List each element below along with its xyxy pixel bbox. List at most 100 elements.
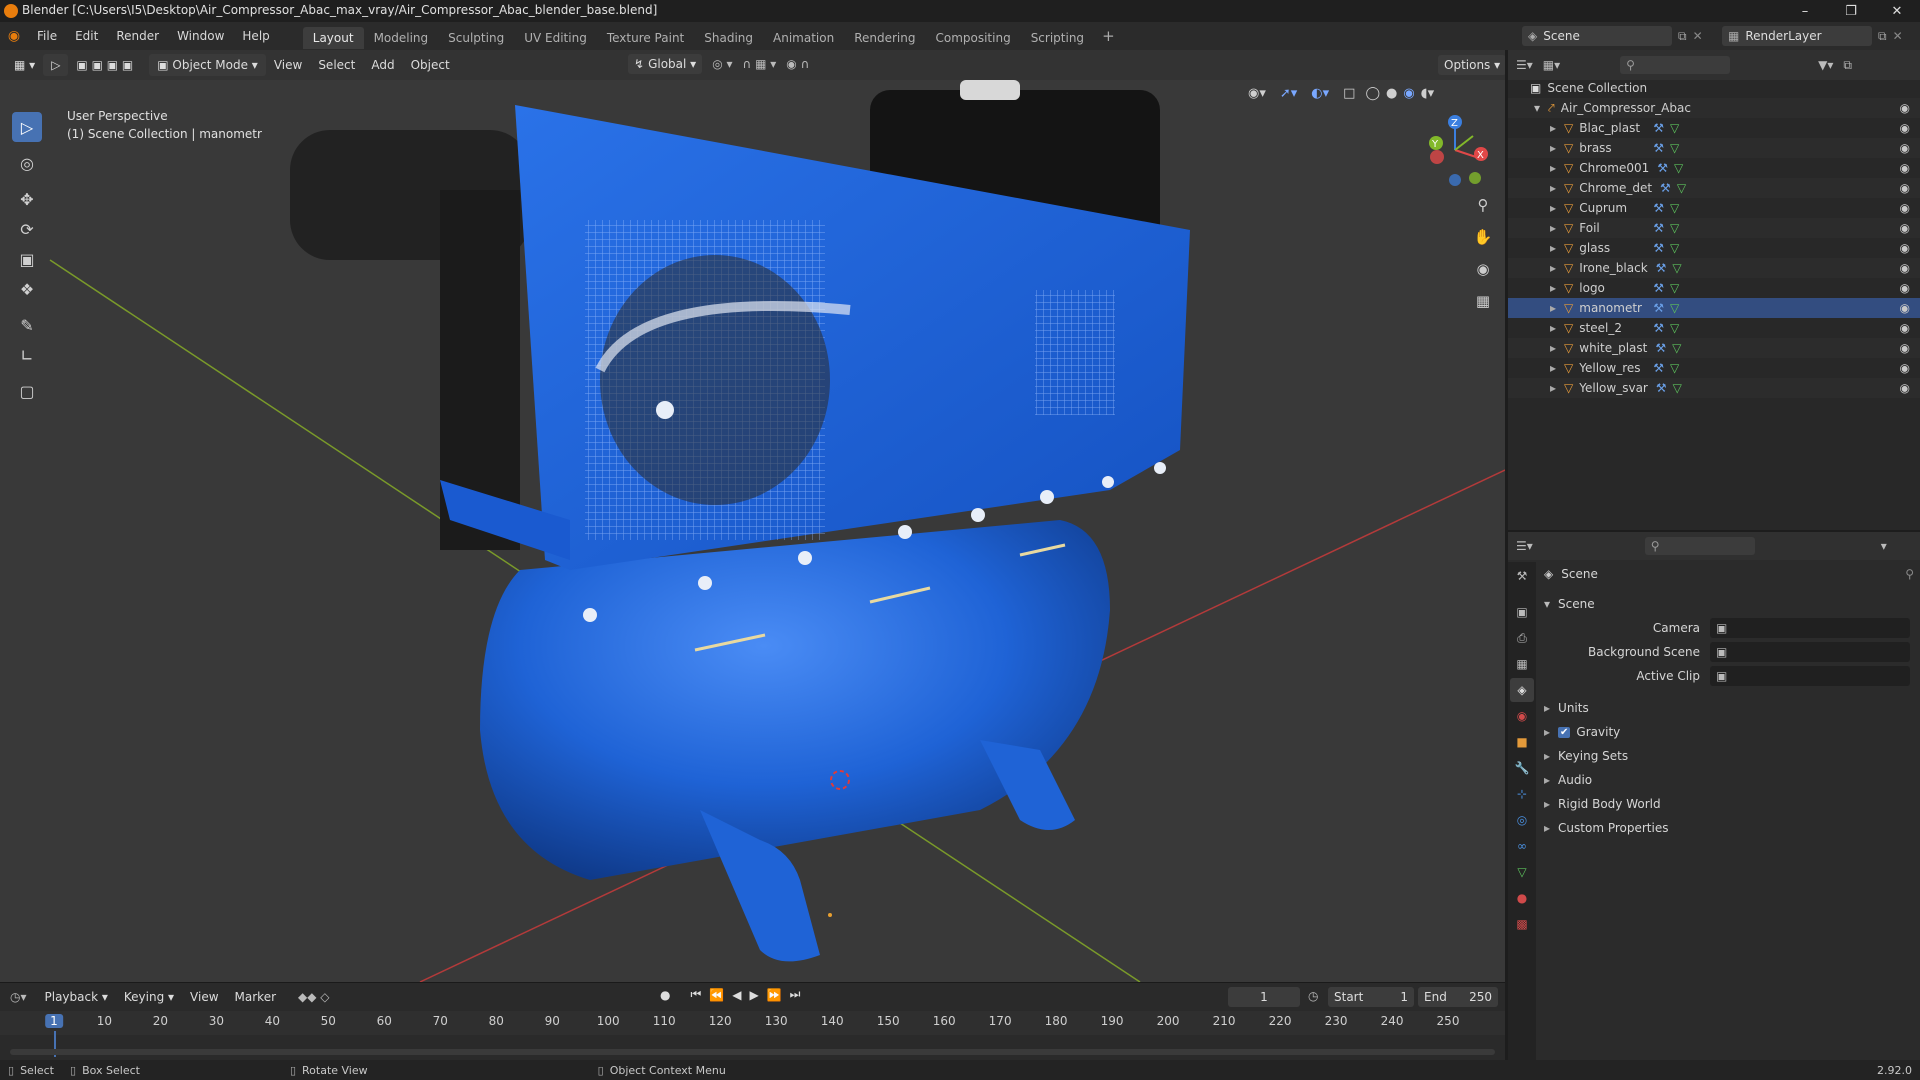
scene-selector[interactable]: ◈ Scene ⧉ ✕: [1522, 26, 1703, 46]
new-renderlayer-icon[interactable]: ⧉: [1878, 29, 1887, 44]
expand-arrow-icon[interactable]: ▸: [1550, 321, 1556, 335]
expand-arrow-icon[interactable]: ▸: [1550, 181, 1556, 195]
expand-arrow-icon[interactable]: ▸: [1550, 141, 1556, 155]
new-collection-icon[interactable]: ⧉: [1843, 58, 1852, 73]
expand-arrow-icon[interactable]: ▸: [1550, 361, 1556, 375]
outliner-object-row[interactable]: ▸ ▽ Yellow_svar ⚒ ▽ ◉: [1508, 378, 1920, 398]
texture-tab-icon[interactable]: ▩: [1510, 912, 1534, 936]
material-shading-icon[interactable]: ◉: [1403, 86, 1414, 101]
tab-compositing[interactable]: Compositing: [925, 27, 1020, 49]
menu-edit[interactable]: Edit: [66, 22, 107, 50]
rotate-tool-icon[interactable]: ⟳: [12, 214, 42, 244]
outliner-object-row[interactable]: ▸ ▽ manometr ⚒ ▽ ◉: [1508, 298, 1920, 318]
timeline-menu-marker[interactable]: Marker: [227, 986, 284, 1008]
tab-uv-editing[interactable]: UV Editing: [514, 27, 597, 49]
pan-hand-icon[interactable]: ✋: [1470, 224, 1496, 250]
visibility-icon[interactable]: ◉▾: [1248, 86, 1266, 101]
data-tab-icon[interactable]: ▽: [1510, 860, 1534, 884]
navigation-gizmo[interactable]: Z X Y: [1415, 110, 1495, 190]
modifier-tab-icon[interactable]: 🔧: [1510, 756, 1534, 780]
world-tab-icon[interactable]: ◉: [1510, 704, 1534, 728]
delete-renderlayer-icon[interactable]: ✕: [1893, 29, 1903, 43]
solid-shading-icon[interactable]: ●: [1386, 86, 1397, 101]
renderlayer-selector[interactable]: ▦ RenderLayer ⧉ ✕: [1722, 26, 1903, 46]
subpanel-gravity[interactable]: ▸ ✔ Gravity: [1544, 720, 1914, 744]
material-tab-icon[interactable]: ●: [1510, 886, 1534, 910]
expand-arrow-icon[interactable]: ▸: [1550, 241, 1556, 255]
xray-icon[interactable]: □: [1343, 86, 1355, 101]
outliner-object-row[interactable]: ▸ ▽ glass ⚒ ▽ ◉: [1508, 238, 1920, 258]
scene-panel-header[interactable]: ▾ Scene: [1544, 592, 1914, 616]
blender-menu-icon[interactable]: ◉: [0, 28, 28, 44]
timeline-editor-icon[interactable]: ◷▾: [10, 990, 27, 1004]
visibility-eye-icon[interactable]: ◉: [1900, 341, 1910, 355]
outliner-object-row[interactable]: ▸ ▽ Foil ⚒ ▽ ◉: [1508, 218, 1920, 238]
subpanel-rigid-body-world[interactable]: ▸ Rigid Body World: [1544, 792, 1914, 816]
viewport-menu-view[interactable]: View: [266, 54, 310, 76]
start-frame-field[interactable]: Start 1: [1328, 987, 1414, 1007]
display-mode-icon[interactable]: ▦▾: [1543, 58, 1560, 72]
object-mode-dropdown[interactable]: ▣ Object Mode ▾: [149, 54, 266, 76]
tab-sculpting[interactable]: Sculpting: [438, 27, 514, 49]
outliner-object-row[interactable]: ▸ ▽ Cuprum ⚒ ▽ ◉: [1508, 198, 1920, 218]
jump-start-icon[interactable]: ⏮: [690, 987, 701, 1002]
tab-texture-paint[interactable]: Texture Paint: [597, 27, 694, 49]
timeline-scrollbar[interactable]: [10, 1049, 1495, 1055]
expand-arrow-icon[interactable]: ▸: [1550, 341, 1556, 355]
measure-tool-icon[interactable]: ∟: [12, 340, 42, 370]
record-icon[interactable]: ●: [660, 988, 670, 1002]
outliner-object-row[interactable]: ▸ ▽ white_plast ⚒ ▽ ◉: [1508, 338, 1920, 358]
select-box-tool-icon[interactable]: ▷: [12, 112, 42, 142]
outliner-search-input[interactable]: ⚲: [1620, 56, 1731, 74]
wireframe-shading-icon[interactable]: ◯: [1365, 86, 1380, 101]
annotate-tool-icon[interactable]: ✎: [12, 310, 42, 340]
filter-icon[interactable]: ▼▾: [1818, 58, 1833, 72]
gravity-checkbox[interactable]: ✔: [1558, 726, 1571, 738]
end-frame-field[interactable]: End 250: [1418, 987, 1498, 1007]
outliner-editor-icon[interactable]: ☰▾: [1516, 58, 1533, 72]
maximize-button[interactable]: ❐: [1828, 0, 1874, 22]
outliner-object-row[interactable]: ▸ ▽ Blac_plast ⚒ ▽ ◉: [1508, 118, 1920, 138]
expand-arrow-icon[interactable]: ▸: [1550, 221, 1556, 235]
viewport-menu-add[interactable]: Add: [363, 54, 402, 76]
menu-window[interactable]: Window: [168, 22, 233, 50]
jump-end-icon[interactable]: ⏭: [790, 987, 801, 1002]
render-tab-icon[interactable]: ▣: [1510, 600, 1534, 624]
keyframe-icons[interactable]: ◆◆ ◇: [298, 990, 330, 1004]
outliner-object-row[interactable]: ▸ ▽ Chrome_det ⚒ ▽ ◉: [1508, 178, 1920, 198]
expand-arrow-icon[interactable]: ▸: [1550, 201, 1556, 215]
tab-rendering[interactable]: Rendering: [844, 27, 925, 49]
outliner-object-row[interactable]: ▸ ▽ logo ⚒ ▽ ◉: [1508, 278, 1920, 298]
move-tool-icon[interactable]: ✥: [12, 184, 42, 214]
particles-tab-icon[interactable]: ⊹: [1510, 782, 1534, 806]
overlay-icon[interactable]: ◐▾: [1311, 86, 1329, 101]
options-button[interactable]: Options ▾: [1438, 55, 1505, 75]
expand-arrow-icon[interactable]: ▾: [1534, 101, 1540, 115]
expand-arrow-icon[interactable]: ▸: [1550, 121, 1556, 135]
3d-viewport[interactable]: ▦ ▾ ▷ ▣ ▣ ▣ ▣ ▣ Object Mode ▾ View Select…: [0, 50, 1505, 982]
visibility-eye-icon[interactable]: ◉: [1900, 281, 1910, 295]
viewport-menu-object[interactable]: Object: [403, 54, 458, 76]
expand-arrow-icon[interactable]: ▸: [1550, 381, 1556, 395]
subpanel-units[interactable]: ▸ Units: [1544, 696, 1914, 720]
outliner-object-row[interactable]: ▸ ▽ brass ⚒ ▽ ◉: [1508, 138, 1920, 158]
timeline-menu-keying[interactable]: Keying ▾: [116, 986, 182, 1008]
visibility-eye-icon[interactable]: ◉: [1900, 321, 1910, 335]
selection-mode-icons[interactable]: ▣ ▣ ▣ ▣: [68, 54, 141, 76]
visibility-eye-icon[interactable]: ◉: [1900, 221, 1910, 235]
visibility-eye-icon[interactable]: ◉: [1900, 121, 1910, 135]
background-scene-field[interactable]: ▣: [1710, 642, 1910, 662]
pivot-icon[interactable]: ◎ ▾: [712, 57, 732, 71]
collection-row[interactable]: ▾ ⤤ Air_Compressor_Abac ◉: [1508, 98, 1920, 118]
expand-arrow-icon[interactable]: ▸: [1550, 301, 1556, 315]
timeline-menu-playback[interactable]: Playback ▾: [37, 986, 116, 1008]
subpanel-audio[interactable]: ▸ Audio: [1544, 768, 1914, 792]
minimize-button[interactable]: –: [1782, 0, 1828, 22]
scene-collection-row[interactable]: ▣ Scene Collection: [1508, 78, 1920, 98]
outliner-object-row[interactable]: ▸ ▽ steel_2 ⚒ ▽ ◉: [1508, 318, 1920, 338]
visibility-eye-icon[interactable]: ◉: [1900, 301, 1910, 315]
viewport-scene[interactable]: [0, 50, 1505, 982]
cursor-tool-icon[interactable]: ◎: [12, 148, 42, 178]
rendered-shading-icon[interactable]: ◖▾: [1421, 86, 1434, 101]
expand-arrow-icon[interactable]: ▸: [1550, 261, 1556, 275]
